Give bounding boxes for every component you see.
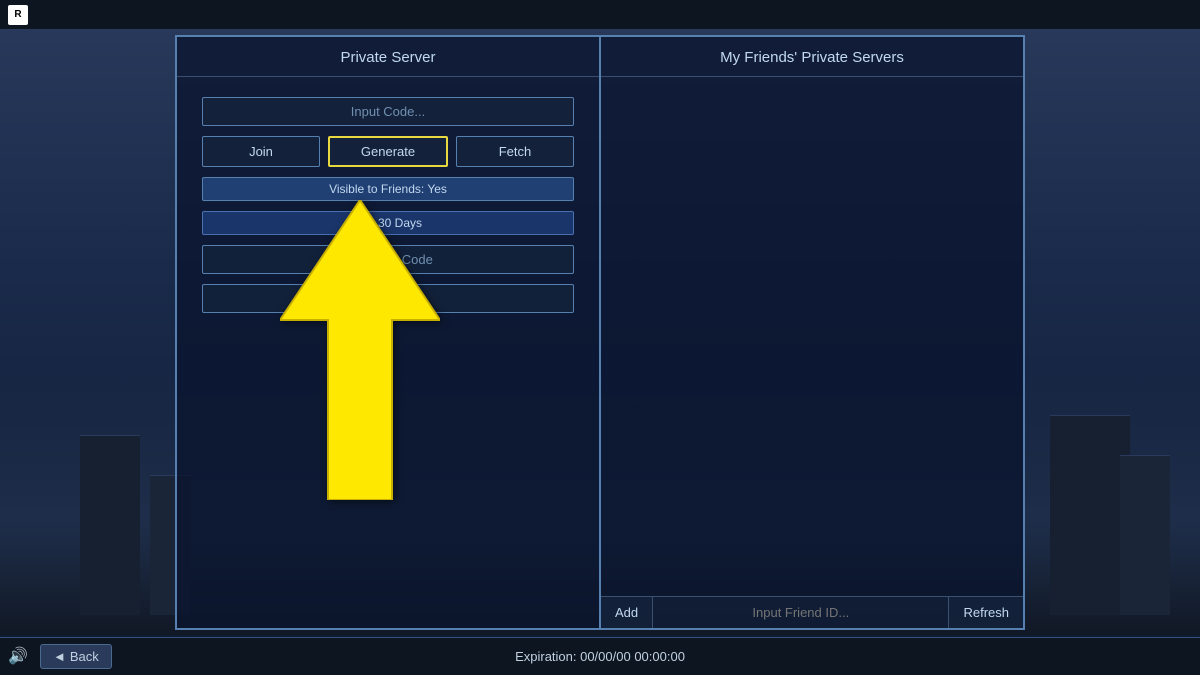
- building-4: [1120, 455, 1170, 615]
- main-dialog: Private Server Join Generate Fetch Visib…: [175, 35, 1025, 630]
- private-server-panel: Private Server Join Generate Fetch Visib…: [177, 37, 601, 628]
- back-icon: ◄: [53, 649, 66, 664]
- input-code-field[interactable]: [202, 97, 574, 126]
- action-button-row: Join Generate Fetch: [202, 136, 574, 167]
- back-button[interactable]: ◄ Back: [40, 644, 112, 669]
- friends-private-servers-panel: My Friends' Private Servers Add Refresh: [601, 37, 1023, 628]
- bottombar-left: ◄ Back: [30, 644, 122, 669]
- private-server-title: Private Server: [177, 37, 599, 77]
- extra-input-field[interactable]: [202, 284, 574, 313]
- topbar: R: [0, 0, 1200, 30]
- fetch-button[interactable]: Fetch: [456, 136, 574, 167]
- visible-to-friends-info: Visible to Friends: Yes: [202, 177, 574, 201]
- add-friend-button[interactable]: Add: [601, 597, 653, 628]
- friend-id-input[interactable]: [653, 597, 948, 628]
- building-3: [1050, 415, 1130, 615]
- volume-icon[interactable]: 🔊: [8, 646, 28, 666]
- friends-list: [601, 77, 1023, 596]
- join-button[interactable]: Join: [202, 136, 320, 167]
- generate-button[interactable]: Generate: [328, 136, 448, 167]
- building-1: [80, 435, 140, 615]
- bottombar: 🔊 ◄ Back Expiration: 00/00/00 00:00:00: [0, 637, 1200, 675]
- roblox-logo-icon: R: [8, 5, 28, 25]
- private-server-content: Join Generate Fetch Visible to Friends: …: [177, 77, 599, 333]
- friends-bottom-bar: Add Refresh: [601, 596, 1023, 628]
- refresh-button[interactable]: Refresh: [948, 597, 1023, 628]
- back-label: Back: [70, 649, 99, 664]
- friends-panel-title: My Friends' Private Servers: [601, 37, 1023, 77]
- expiration-text: Expiration: 00/00/00 00:00:00: [515, 649, 685, 664]
- input-key-code-field[interactable]: [202, 245, 574, 274]
- buy-days-button[interactable]: Buy 30 Days: [202, 211, 574, 235]
